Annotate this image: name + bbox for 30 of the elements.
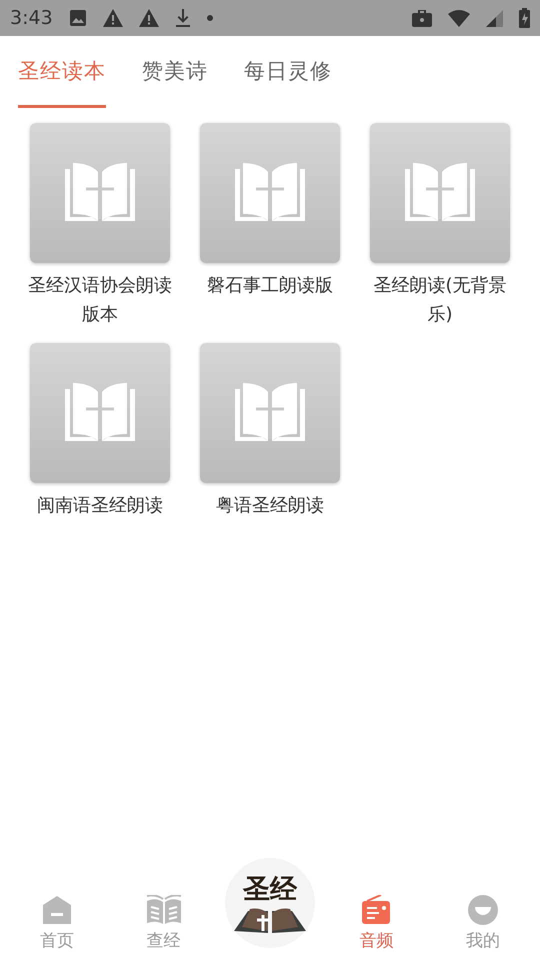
briefcase-icon [412,10,432,26]
download-icon [174,9,191,27]
book-title[interactable]: 闽南语圣经朗读 [25,491,175,520]
book-cover[interactable] [30,343,170,483]
smiley-icon [468,895,498,925]
app-logo[interactable]: 圣经 [224,858,315,948]
book-cover[interactable] [200,123,340,263]
tab[interactable]: 赞美诗 [142,36,208,108]
dot-icon [206,15,213,21]
signal-icon [486,10,503,26]
book-icon [146,895,182,925]
book-title[interactable]: 磐石事工朗读版 [195,271,345,300]
radio-icon [361,895,392,925]
book-title[interactable]: 圣经朗读(无背景乐) [365,271,515,329]
book-cover[interactable] [370,123,510,263]
image-icon [68,9,87,27]
wifi-icon [448,10,470,26]
warning-icon [102,9,123,27]
nav-item[interactable]: 音频 [323,878,430,960]
book-cover[interactable] [30,123,170,263]
book-title[interactable]: 粤语圣经朗读 [195,491,345,520]
book-title[interactable]: 圣经汉语协会朗读版本 [25,271,175,329]
logo-text: 圣经 [242,875,297,905]
tab[interactable]: 每日灵修 [244,36,332,108]
tab[interactable]: 圣经读本 [18,36,106,108]
warning-icon [138,9,159,27]
clock: 3:43 [10,7,53,29]
home-icon [42,895,72,925]
book-cover[interactable] [200,343,340,483]
battery-icon [519,8,530,28]
